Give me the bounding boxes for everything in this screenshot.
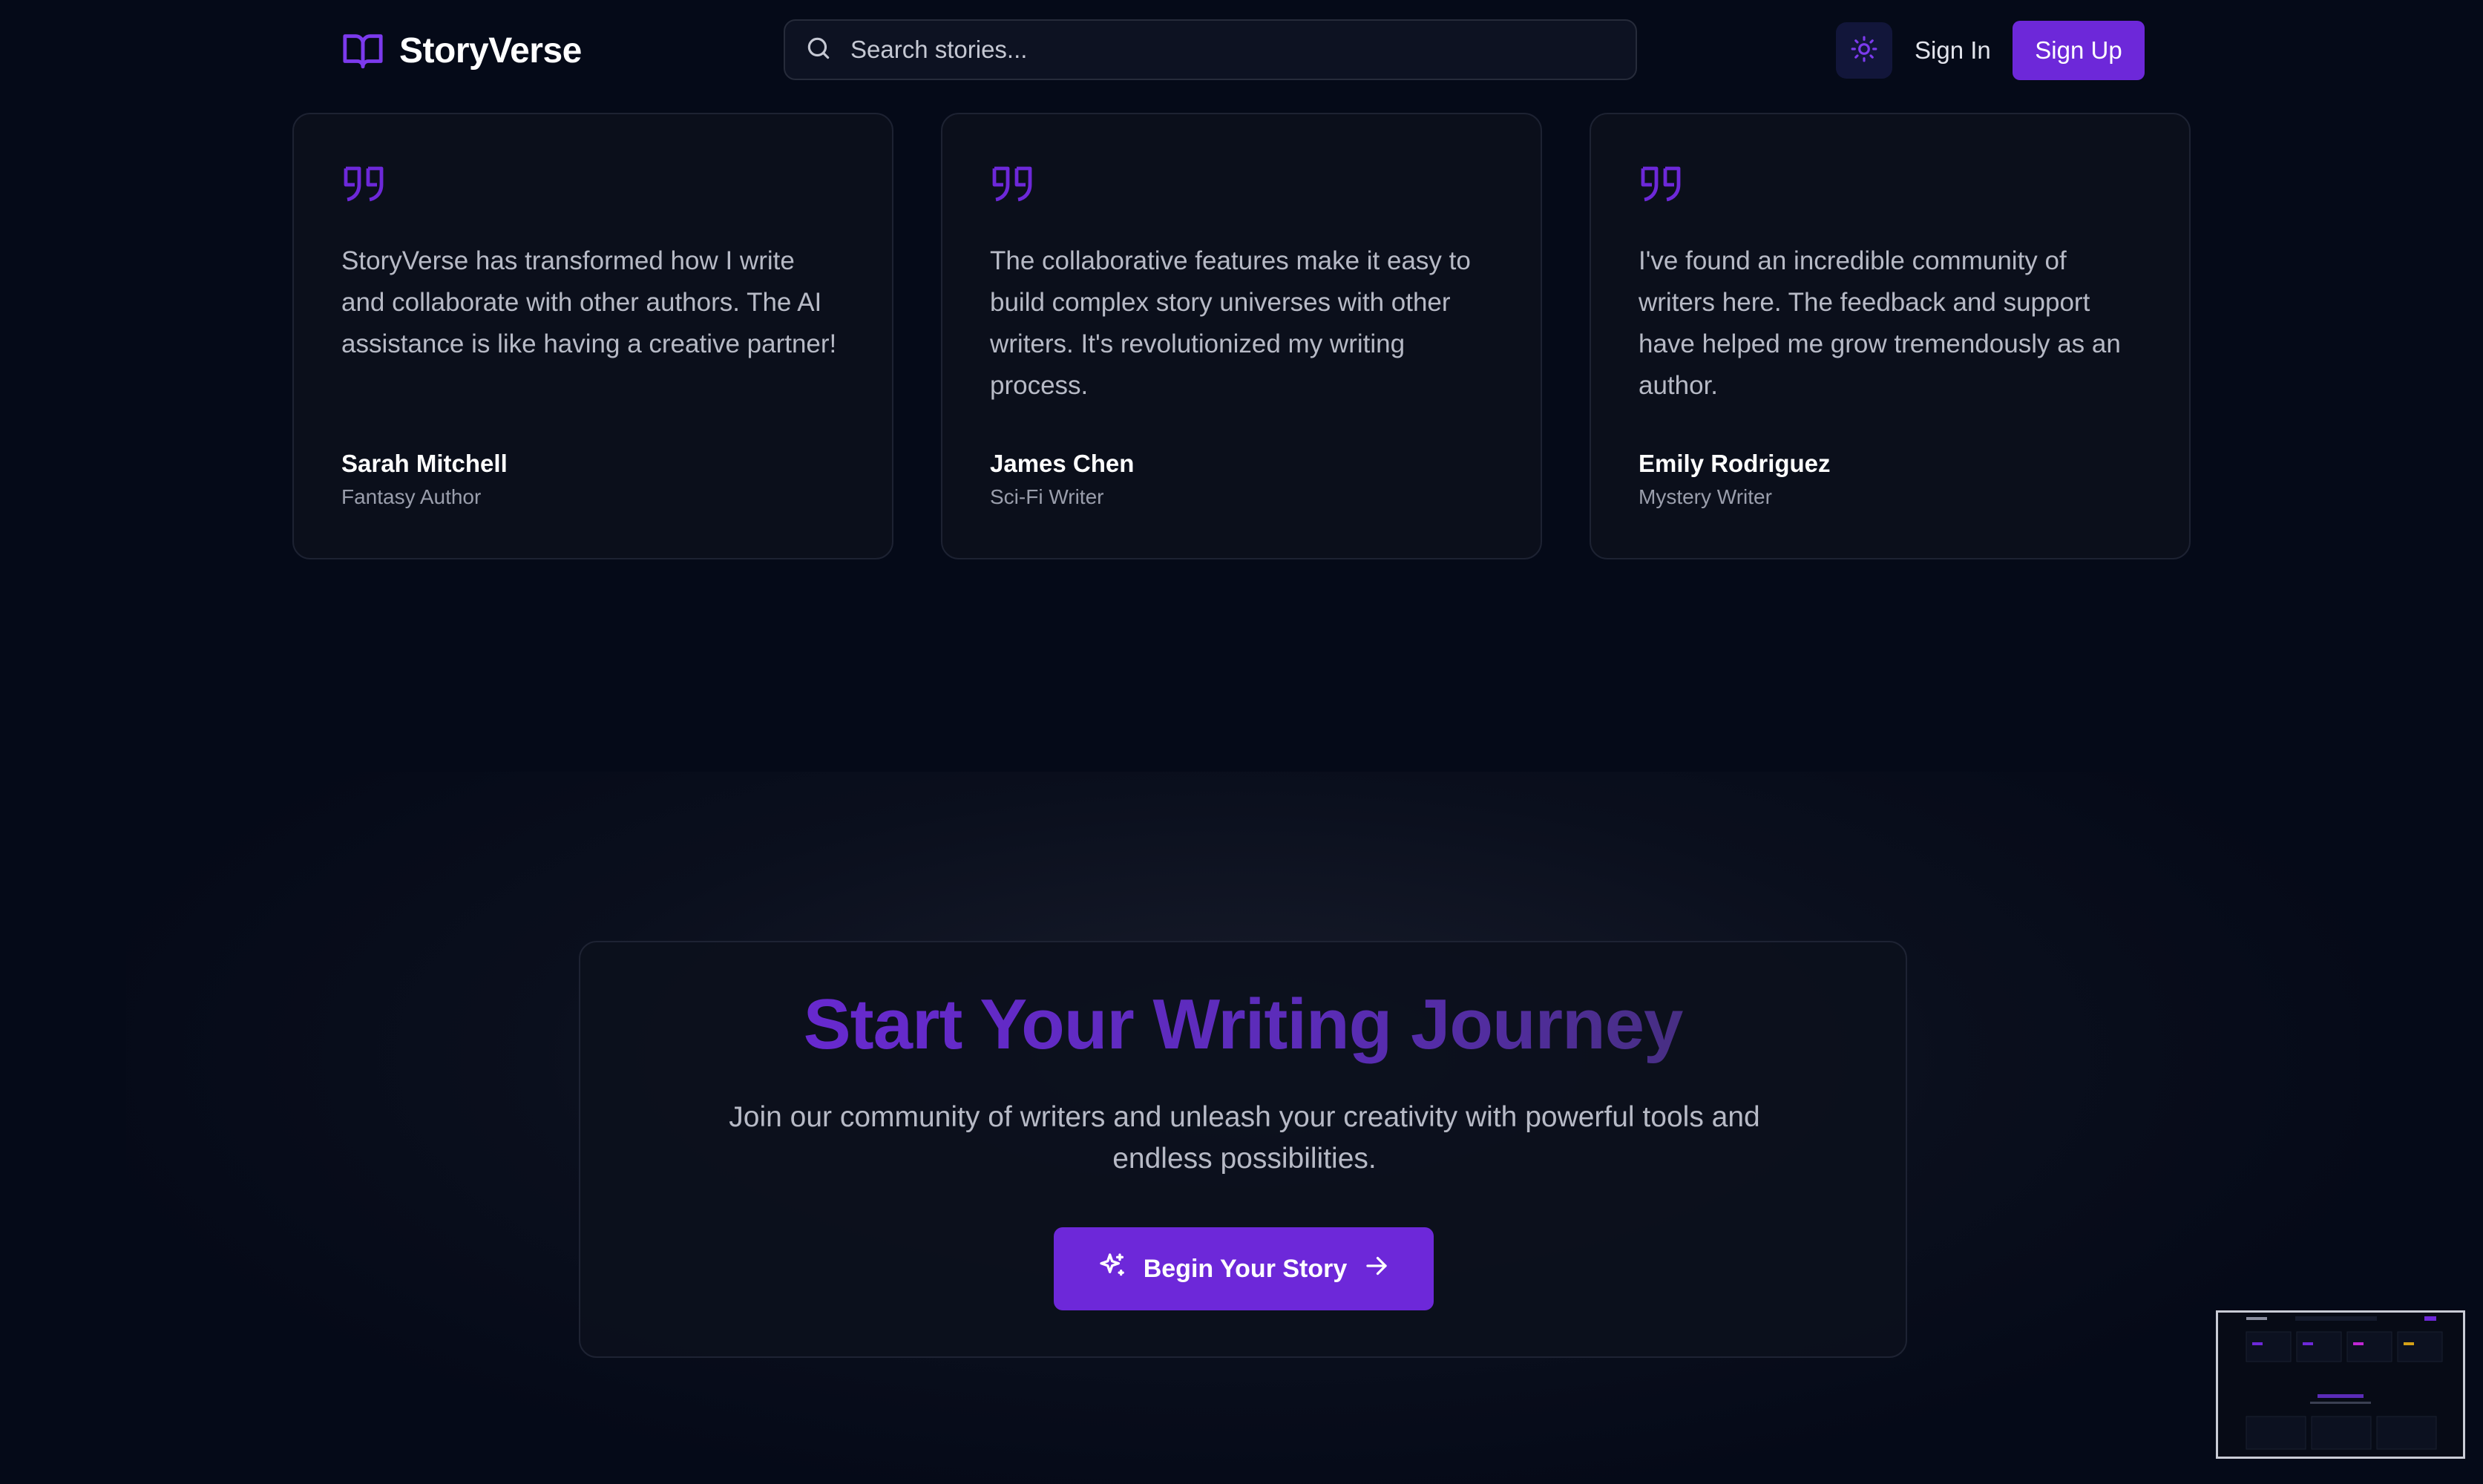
cta-subtitle: Join our community of writers and unleas… <box>729 1101 1760 1175</box>
testimonial-author-name: Emily Rodriguez <box>1639 450 1831 477</box>
testimonial-author-role: Sci-Fi Writer <box>990 485 1104 508</box>
testimonial-quote: I've found an incredible community of wr… <box>1639 246 2121 400</box>
quote-icon <box>990 163 1493 206</box>
page-minimap[interactable] <box>2216 1310 2465 1459</box>
top-navigation-bar: StoryVerse Sign In Sign Up <box>0 0 2483 101</box>
cta-title: Start Your Writing Journey <box>580 984 1906 1066</box>
brand-logo[interactable]: StoryVerse <box>340 25 582 76</box>
testimonial-card: The collaborative features make it easy … <box>941 113 1542 559</box>
search-bar[interactable] <box>784 19 1637 80</box>
search-input[interactable] <box>849 35 1636 65</box>
testimonial-author-role: Mystery Writer <box>1639 485 1772 508</box>
cta-section: Start Your Writing Journey Join our comm… <box>579 941 1907 1358</box>
book-open-icon <box>340 29 386 72</box>
sign-up-button[interactable]: Sign Up <box>2013 21 2145 80</box>
quote-icon <box>1639 163 2142 206</box>
testimonial-author-name: James Chen <box>990 450 1135 477</box>
testimonial-author-name: Sarah Mitchell <box>341 450 508 477</box>
begin-your-story-button[interactable]: Begin Your Story <box>1054 1227 1434 1310</box>
arrow-right-icon <box>1363 1252 1390 1286</box>
sign-in-link[interactable]: Sign In <box>1915 28 1991 73</box>
testimonial-author-role: Fantasy Author <box>341 485 482 508</box>
testimonial-card: StoryVerse has transformed how I write a… <box>292 113 893 559</box>
minimap-preview <box>2218 1313 2463 1457</box>
quote-icon <box>341 163 844 206</box>
sparkles-icon <box>1098 1251 1127 1287</box>
begin-your-story-label: Begin Your Story <box>1143 1254 1348 1283</box>
theme-toggle-button[interactable] <box>1836 22 1892 79</box>
sun-icon <box>1850 35 1878 67</box>
testimonial-card: I've found an incredible community of wr… <box>1590 113 2191 559</box>
testimonial-quote: StoryVerse has transformed how I write a… <box>341 246 837 358</box>
testimonial-quote: The collaborative features make it easy … <box>990 246 1471 400</box>
brand-name: StoryVerse <box>399 30 582 70</box>
search-icon <box>804 34 849 66</box>
